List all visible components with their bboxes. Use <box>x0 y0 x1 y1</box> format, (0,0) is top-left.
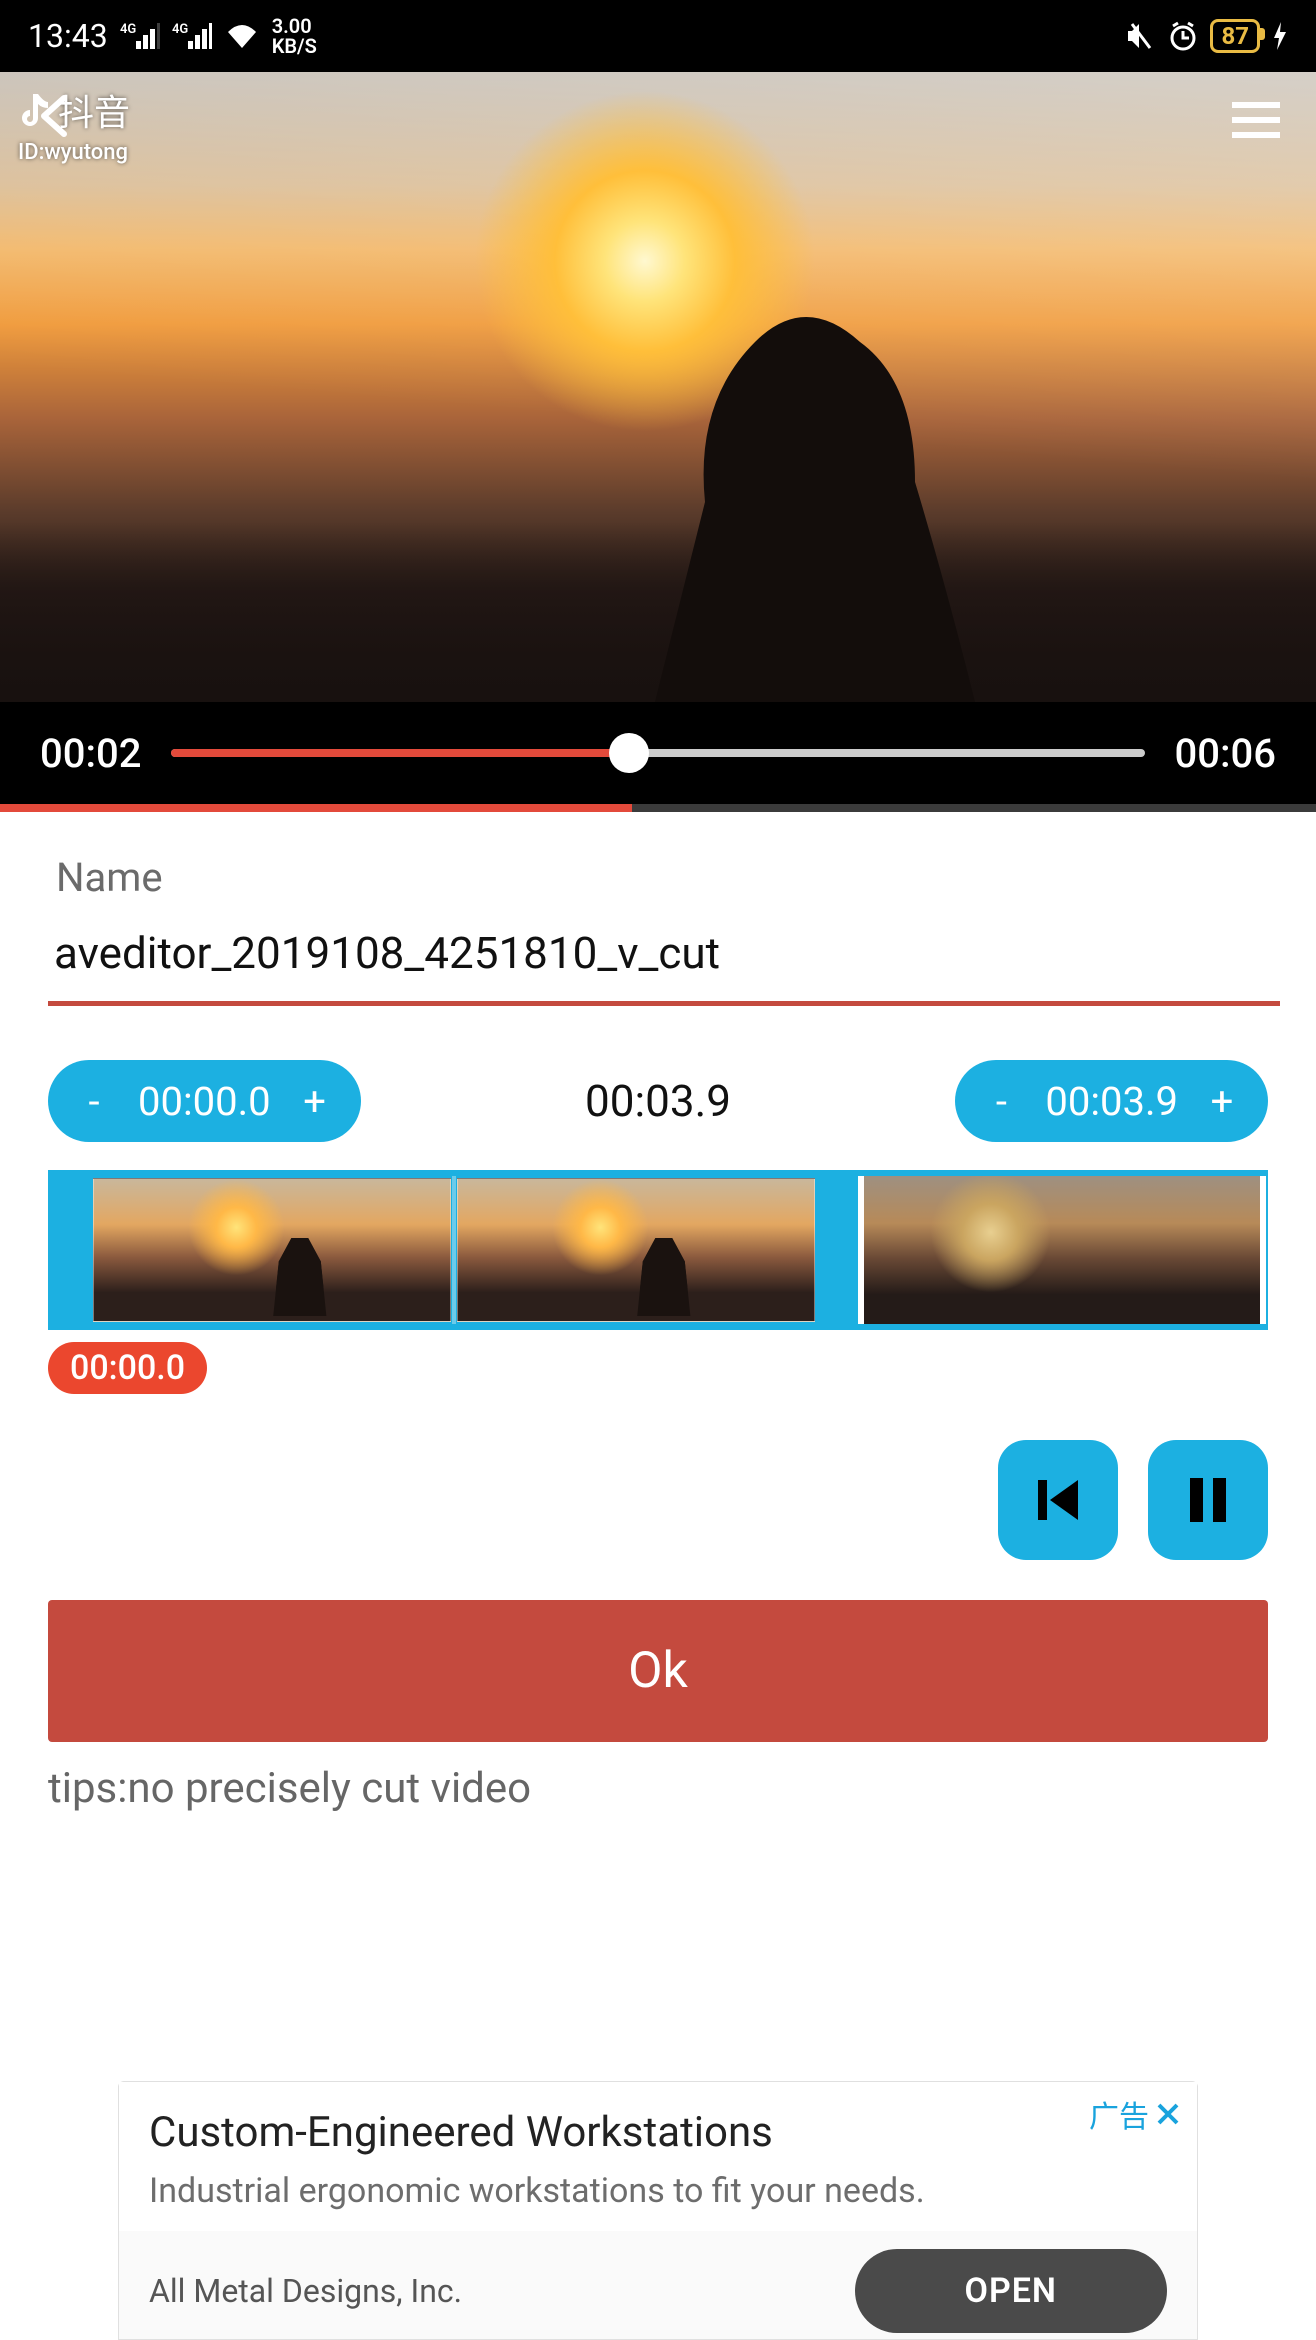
net-speed-value: 3.00 <box>272 16 312 36</box>
end-time-value: 00:03.9 <box>1045 1078 1178 1125</box>
video-player[interactable]: 抖音 ID:wyutong 00:02 00:06 <box>0 72 1316 812</box>
timeline-outside-selection[interactable] <box>858 1176 1266 1324</box>
video-frame: 抖音 ID:wyutong <box>0 72 1316 702</box>
signal-4g-icon: 4G <box>120 21 160 51</box>
buffer-progress <box>0 804 632 812</box>
close-icon[interactable] <box>1155 2101 1181 2127</box>
pause-icon <box>1184 1472 1232 1528</box>
net-speed: 3.00 KB/S <box>272 16 317 56</box>
status-right: 87 <box>1126 19 1288 53</box>
buffer-bar <box>0 804 1316 812</box>
battery-pct: 87 <box>1221 22 1249 50</box>
svg-text:4G: 4G <box>172 22 188 37</box>
skip-start-button[interactable] <box>998 1440 1118 1560</box>
status-bar: 13:43 4G 4G 3.00 KB/S <box>0 0 1316 72</box>
back-icon[interactable] <box>34 94 78 138</box>
pause-button[interactable] <box>1148 1440 1268 1560</box>
watermark-id: ID:wyutong <box>18 140 130 165</box>
status-left: 13:43 4G 4G 3.00 KB/S <box>28 16 317 56</box>
seek-bar[interactable] <box>171 749 1144 757</box>
alarm-icon <box>1168 21 1198 51</box>
skip-previous-icon <box>1030 1472 1086 1528</box>
end-minus-button[interactable]: - <box>987 1078 1015 1125</box>
signal-4g-icon: 4G <box>172 21 212 51</box>
ok-button[interactable]: Ok <box>48 1600 1268 1742</box>
seek-thumb[interactable] <box>609 733 649 773</box>
tips-text: tips:no precisely cut video <box>48 1764 1268 1813</box>
start-time-stepper: - 00:00.0 + <box>48 1060 361 1142</box>
start-minus-button[interactable]: - <box>80 1078 108 1125</box>
trim-start-handle[interactable] <box>50 1176 92 1324</box>
hamburger-menu-icon[interactable] <box>1232 100 1280 140</box>
ad-tag: 广告 <box>1089 2092 1181 2136</box>
time-total: 00:06 <box>1175 730 1276 777</box>
start-plus-button[interactable]: + <box>301 1078 329 1125</box>
clip-duration: 00:03.9 <box>585 1075 731 1127</box>
name-label: Name <box>56 854 1268 901</box>
seek-progress <box>171 749 628 757</box>
ad-label: 广告 <box>1089 2092 1149 2136</box>
ad-advertiser: All Metal Designs, Inc. <box>149 2272 462 2310</box>
position-badge: 00:00.0 <box>48 1342 207 1394</box>
status-time: 13:43 <box>28 17 108 55</box>
charging-icon <box>1272 22 1288 50</box>
ad-subtitle: Industrial ergonomic workstations to fit… <box>149 2171 1167 2211</box>
trim-end-handle[interactable] <box>816 1176 858 1324</box>
timeline-strip[interactable] <box>48 1170 1268 1330</box>
battery-indicator: 87 <box>1210 19 1260 53</box>
start-time-value: 00:00.0 <box>138 1078 271 1125</box>
video-controls: 00:02 00:06 <box>0 702 1316 804</box>
mute-icon <box>1126 21 1156 51</box>
end-time-stepper: - 00:03.9 + <box>955 1060 1268 1142</box>
ad-banner[interactable]: 广告 Custom-Engineered Workstations Indust… <box>118 2081 1198 2340</box>
ad-open-button[interactable]: OPEN <box>855 2249 1168 2333</box>
wifi-icon <box>224 22 260 50</box>
svg-text:4G: 4G <box>120 22 136 37</box>
time-elapsed: 00:02 <box>40 730 141 777</box>
video-content-placeholder <box>595 282 1015 702</box>
end-plus-button[interactable]: + <box>1208 1078 1236 1125</box>
net-speed-unit: KB/S <box>272 36 317 56</box>
ad-title: Custom-Engineered Workstations <box>149 2108 1167 2157</box>
name-input[interactable] <box>48 919 1280 1006</box>
